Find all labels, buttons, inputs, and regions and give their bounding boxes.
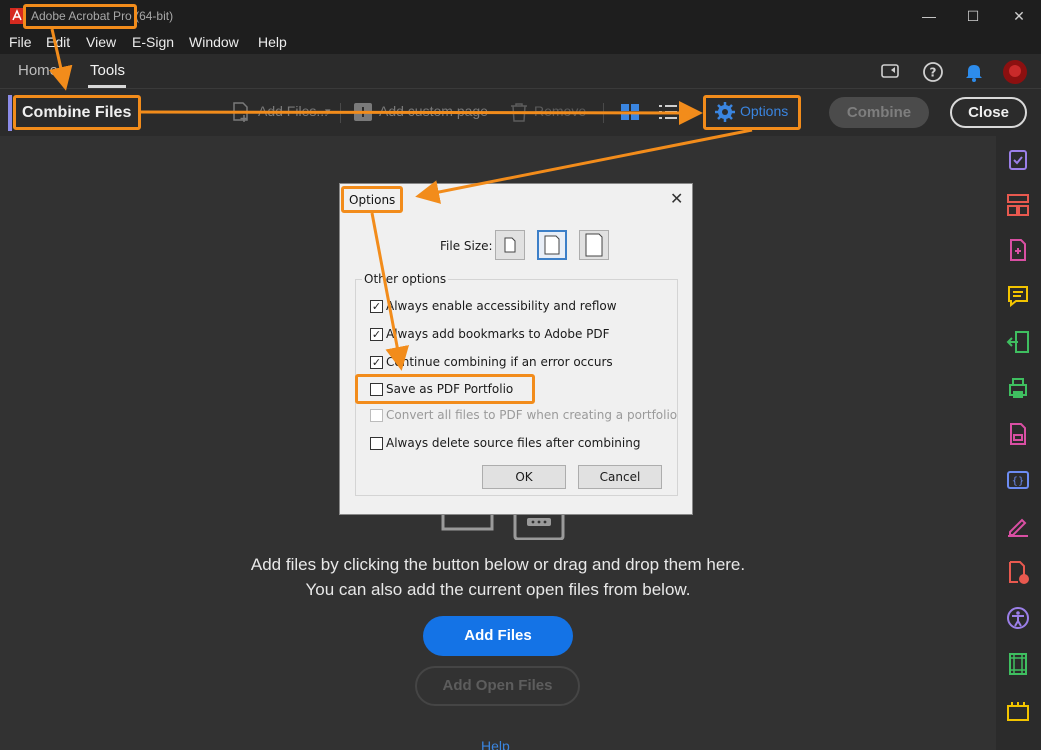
annotation-arrows [48, 28, 753, 371]
